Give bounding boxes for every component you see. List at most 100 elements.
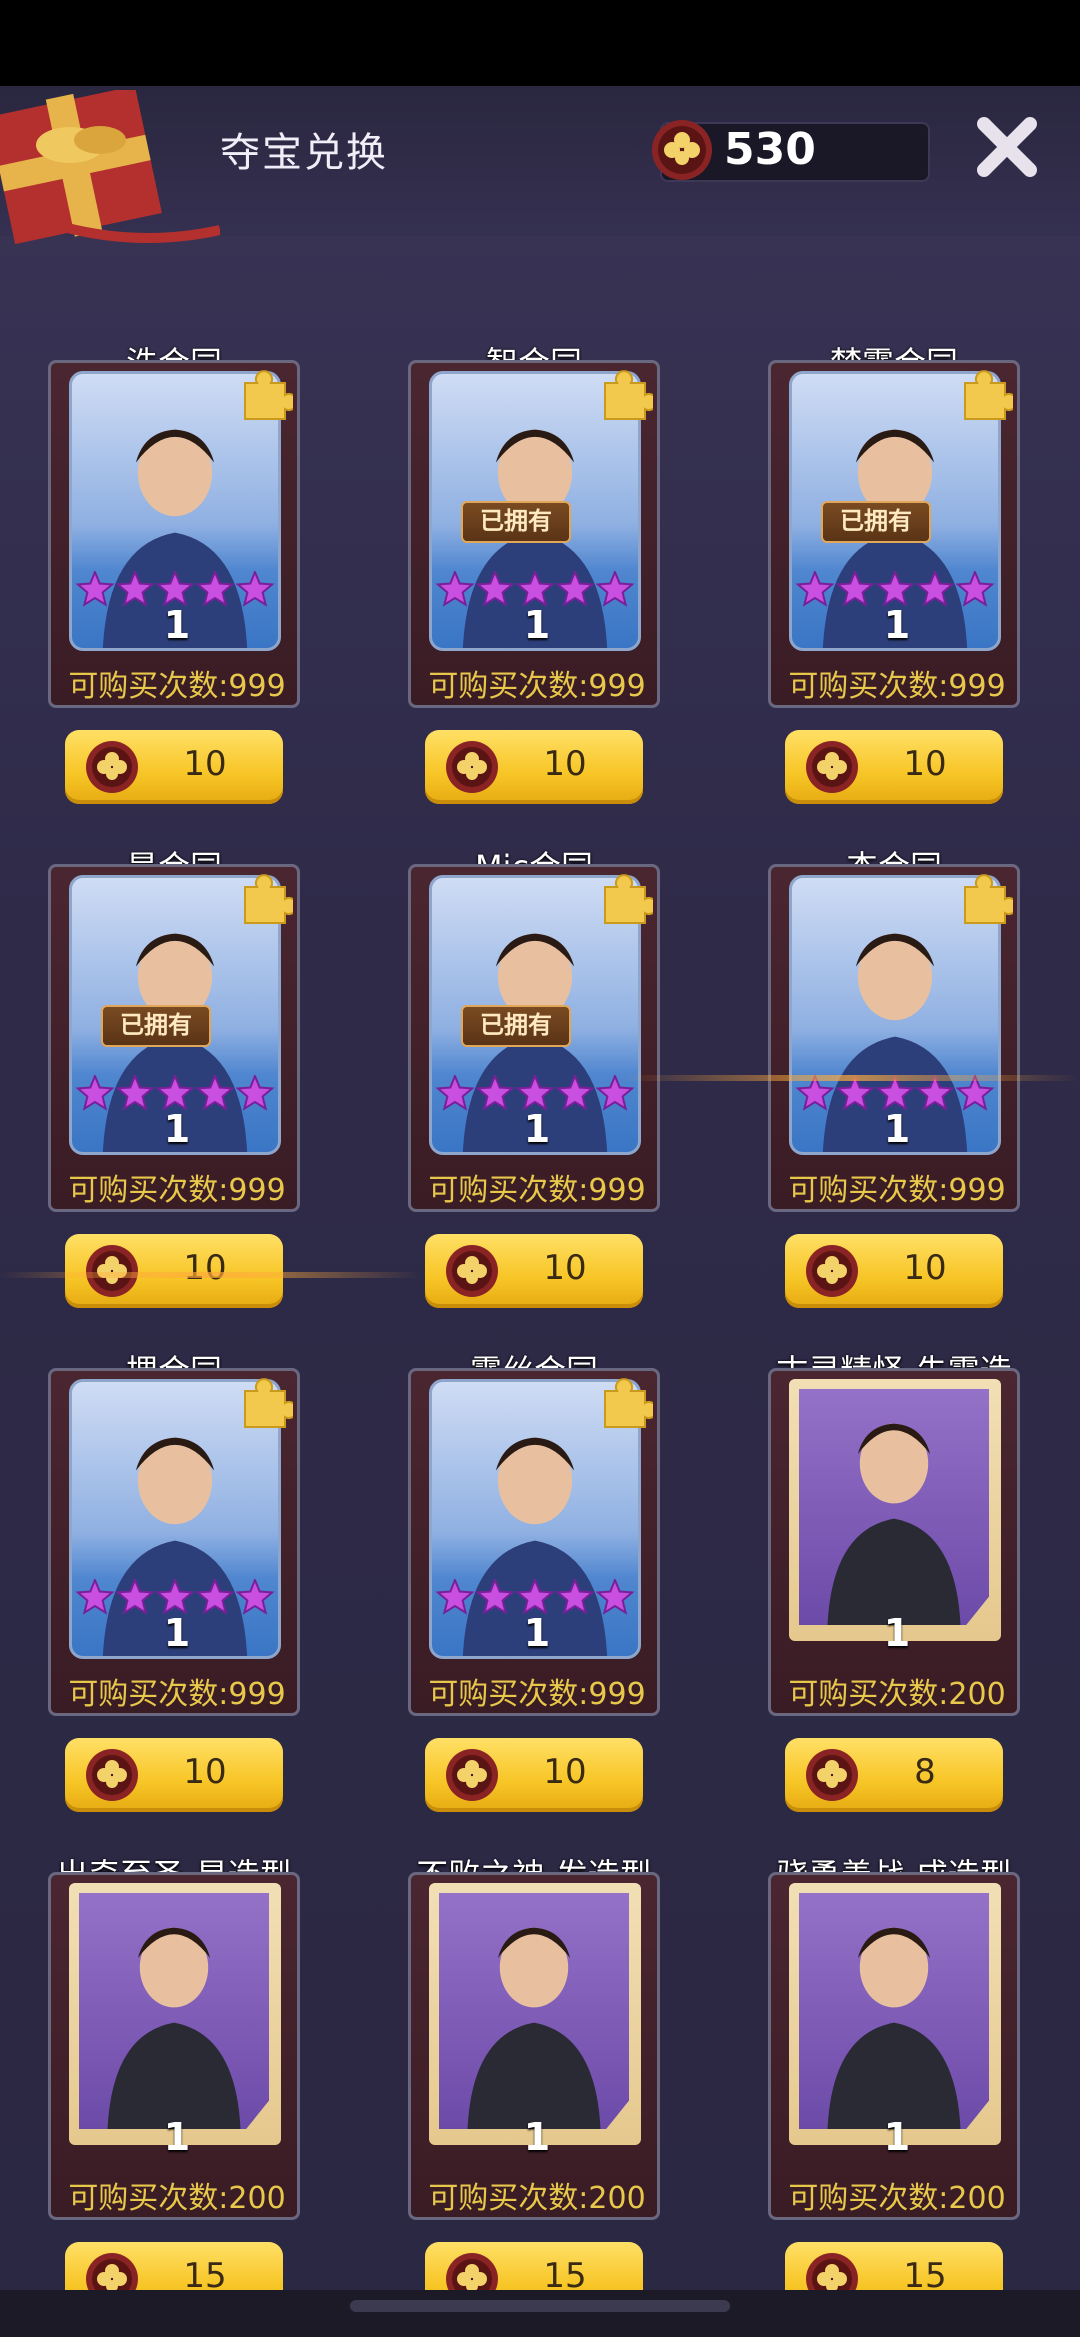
purchase-limit: 可购买次数:999 bbox=[428, 669, 646, 704]
style-card[interactable]: 1 可购买次数:200 bbox=[48, 1872, 300, 2220]
owned-badge: 已拥有 bbox=[821, 501, 931, 543]
owned-badge: 已拥有 bbox=[461, 501, 571, 543]
star-icon bbox=[555, 1073, 595, 1111]
star-icon bbox=[475, 1073, 515, 1111]
puzzle-piece-icon bbox=[964, 874, 1013, 924]
star-icon bbox=[115, 1577, 155, 1615]
buy-button[interactable]: 10 bbox=[65, 1234, 283, 1308]
style-card[interactable]: 1 可购买次数:200 bbox=[768, 1368, 1020, 1716]
star-icon bbox=[235, 1073, 275, 1111]
character-portrait bbox=[69, 1883, 281, 2145]
purchase-limit: 可购买次数:999 bbox=[428, 1173, 646, 1208]
star-icon bbox=[195, 569, 235, 607]
clover-coin-icon bbox=[805, 1244, 859, 1298]
purchase-limit: 可购买次数:999 bbox=[788, 669, 1006, 704]
purchase-limit: 可购买次数:200 bbox=[788, 1677, 1006, 1712]
coin-balance: 530 bbox=[724, 124, 816, 175]
star-icon bbox=[435, 1577, 475, 1615]
item-quantity: 1 bbox=[883, 1611, 911, 1655]
price-label: 10 bbox=[183, 1248, 227, 1288]
item-quantity: 1 bbox=[163, 1611, 191, 1655]
contract-card[interactable]: 1 可购买次数:999 bbox=[408, 1368, 660, 1716]
clover-coin-icon bbox=[445, 740, 499, 794]
puzzle-piece-icon bbox=[244, 874, 293, 924]
buy-button[interactable]: 10 bbox=[785, 1234, 1003, 1308]
star-icon bbox=[515, 1073, 555, 1111]
clover-coin-icon bbox=[85, 1748, 139, 1802]
contract-card[interactable]: 已拥有 1 可购买次数:999 bbox=[768, 360, 1020, 708]
owned-badge: 已拥有 bbox=[461, 1005, 571, 1047]
star-icon bbox=[595, 569, 635, 607]
star-icon bbox=[835, 569, 875, 607]
star-icon bbox=[75, 1577, 115, 1615]
star-icon bbox=[435, 569, 475, 607]
item-quantity: 1 bbox=[523, 1107, 551, 1151]
star-icon bbox=[915, 569, 955, 607]
star-icon bbox=[795, 569, 835, 607]
puzzle-piece-icon bbox=[604, 370, 653, 420]
contract-card[interactable]: 已拥有 1 可购买次数:999 bbox=[48, 864, 300, 1212]
purchase-limit: 可购买次数:200 bbox=[68, 2181, 286, 2216]
buy-button[interactable]: 10 bbox=[785, 730, 1003, 804]
buy-button[interactable]: 10 bbox=[65, 1738, 283, 1812]
clover-coin-icon bbox=[805, 1748, 859, 1802]
contract-card[interactable]: 1 可购买次数:999 bbox=[48, 360, 300, 708]
contract-card[interactable]: 已拥有 1 可购买次数:999 bbox=[408, 864, 660, 1212]
star-icon bbox=[155, 1577, 195, 1615]
price-label: 10 bbox=[543, 1752, 587, 1792]
purchase-limit: 可购买次数:999 bbox=[68, 1173, 286, 1208]
star-icon bbox=[155, 569, 195, 607]
character-portrait bbox=[789, 1883, 1001, 2145]
home-indicator[interactable] bbox=[350, 2300, 730, 2312]
purchase-limit: 可购买次数:999 bbox=[788, 1173, 1006, 1208]
price-label: 10 bbox=[903, 1248, 947, 1288]
bottom-strip bbox=[0, 2290, 1080, 2337]
star-icon bbox=[555, 569, 595, 607]
page-title: 夺宝兑换 bbox=[220, 130, 388, 176]
puzzle-piece-icon bbox=[244, 1378, 293, 1428]
clover-coin-icon bbox=[445, 1244, 499, 1298]
character-portrait bbox=[789, 1379, 1001, 1641]
style-card[interactable]: 1 可购买次数:200 bbox=[768, 1872, 1020, 2220]
purchase-limit: 可购买次数:999 bbox=[68, 669, 286, 704]
star-icon bbox=[75, 569, 115, 607]
star-icon bbox=[515, 569, 555, 607]
contract-card[interactable]: 1 可购买次数:999 bbox=[768, 864, 1020, 1212]
gift-box-icon bbox=[0, 90, 220, 245]
star-icon bbox=[555, 1577, 595, 1615]
buy-button[interactable]: 8 bbox=[785, 1738, 1003, 1812]
close-icon[interactable] bbox=[972, 112, 1042, 182]
clover-coin-icon bbox=[85, 1244, 139, 1298]
buy-button[interactable]: 10 bbox=[65, 730, 283, 804]
purchase-limit: 可购买次数:200 bbox=[788, 2181, 1006, 2216]
price-label: 8 bbox=[914, 1752, 936, 1792]
clover-coin-icon bbox=[445, 1748, 499, 1802]
buy-button[interactable]: 10 bbox=[425, 1738, 643, 1812]
star-icon bbox=[75, 1073, 115, 1111]
price-label: 10 bbox=[183, 1752, 227, 1792]
clover-coin-icon bbox=[805, 740, 859, 794]
star-icon bbox=[235, 1577, 275, 1615]
puzzle-piece-icon bbox=[244, 370, 293, 420]
contract-card[interactable]: 已拥有 1 可购买次数:999 bbox=[408, 360, 660, 708]
price-label: 10 bbox=[543, 744, 587, 784]
puzzle-piece-icon bbox=[604, 874, 653, 924]
purchase-limit: 可购买次数:999 bbox=[428, 1677, 646, 1712]
item-quantity: 1 bbox=[883, 603, 911, 647]
contract-card[interactable]: 1 可购买次数:999 bbox=[48, 1368, 300, 1716]
item-quantity: 1 bbox=[523, 1611, 551, 1655]
puzzle-piece-icon bbox=[964, 370, 1013, 420]
buy-button[interactable]: 10 bbox=[425, 730, 643, 804]
star-icon bbox=[115, 569, 155, 607]
item-quantity: 1 bbox=[883, 1107, 911, 1151]
star-icon bbox=[595, 1577, 635, 1615]
star-icon bbox=[955, 569, 995, 607]
item-quantity: 1 bbox=[163, 1107, 191, 1151]
star-icon bbox=[435, 1073, 475, 1111]
star-icon bbox=[475, 1577, 515, 1615]
style-card[interactable]: 1 可购买次数:200 bbox=[408, 1872, 660, 2220]
price-label: 10 bbox=[183, 744, 227, 784]
price-label: 10 bbox=[903, 744, 947, 784]
status-bar bbox=[0, 0, 1080, 86]
buy-button[interactable]: 10 bbox=[425, 1234, 643, 1308]
